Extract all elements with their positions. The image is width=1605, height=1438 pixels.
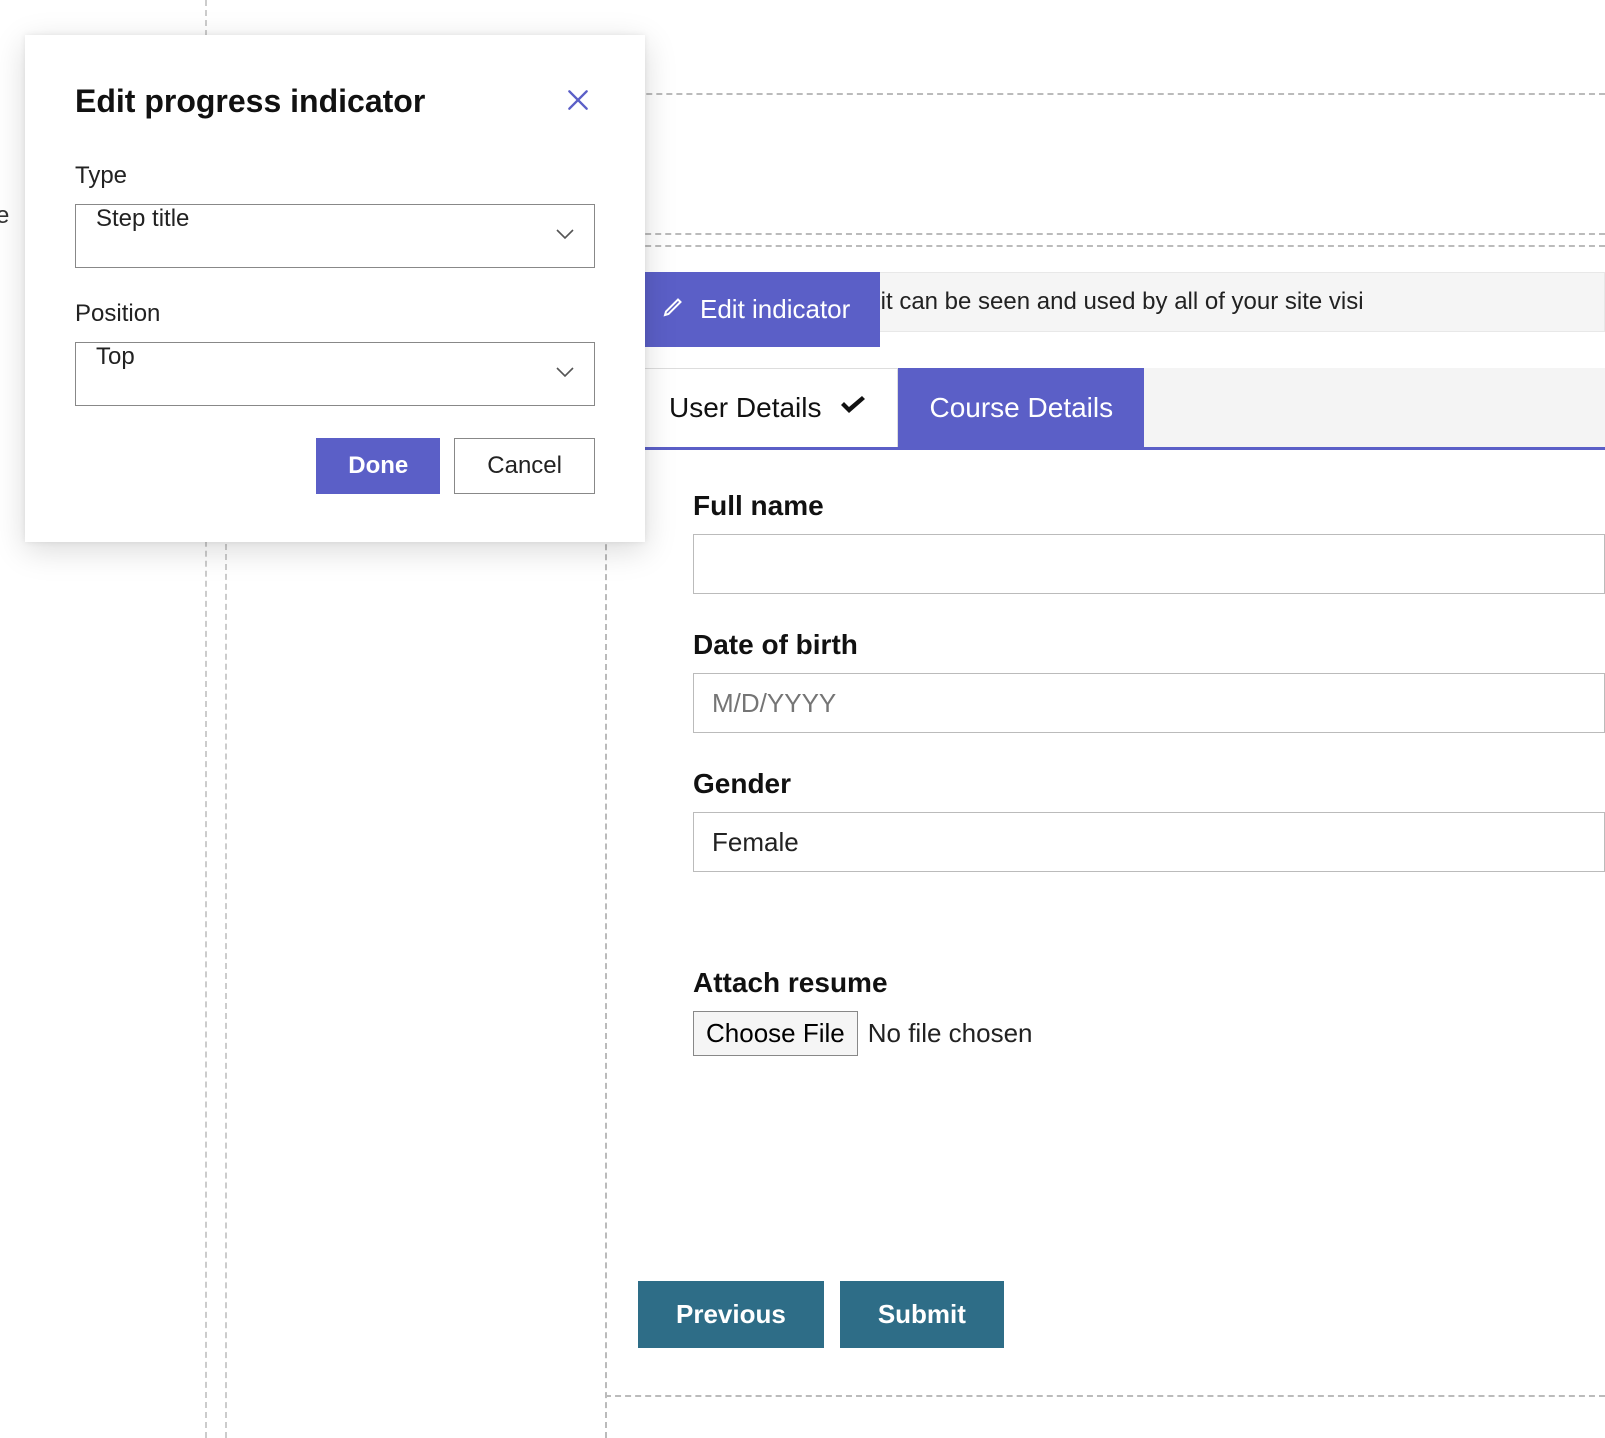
- field-gender: Gender: [693, 768, 1605, 872]
- type-select-value: Step title: [96, 205, 189, 232]
- position-select-value: Top: [96, 343, 135, 370]
- progress-tabs: User Details Course Details: [638, 368, 1605, 450]
- gender-select[interactable]: [693, 812, 1605, 872]
- tab-label: User Details: [669, 392, 821, 424]
- position-label: Position: [75, 300, 595, 328]
- edit-indicator-label: Edit indicator: [700, 294, 850, 325]
- done-button[interactable]: Done: [316, 438, 440, 494]
- file-status-text: No file chosen: [868, 1018, 1033, 1049]
- attach-resume-label: Attach resume: [693, 967, 1605, 999]
- cancel-button[interactable]: Cancel: [454, 438, 595, 494]
- submit-button[interactable]: Submit: [840, 1281, 1004, 1348]
- tab-course-details[interactable]: Course Details: [898, 368, 1144, 447]
- layout-guide-bottom: [605, 1395, 1605, 1397]
- checkmark-icon: [839, 392, 867, 424]
- tab-user-details[interactable]: User Details: [638, 368, 898, 447]
- close-icon: [565, 101, 591, 116]
- type-select[interactable]: Step title: [75, 204, 595, 268]
- truncated-text-fragment: e: [0, 202, 9, 230]
- pencil-icon: [662, 294, 686, 325]
- field-full-name: Full name: [693, 490, 1605, 594]
- type-label: Type: [75, 162, 595, 190]
- previous-button[interactable]: Previous: [638, 1281, 824, 1348]
- form-nav-buttons: Previous Submit: [638, 1281, 1004, 1348]
- full-name-input[interactable]: [693, 534, 1605, 594]
- field-attach-resume: Attach resume Choose File No file chosen: [693, 967, 1605, 1056]
- dialog-title: Edit progress indicator: [75, 83, 425, 120]
- dob-label: Date of birth: [693, 629, 1605, 661]
- dob-input[interactable]: [693, 673, 1605, 733]
- layout-region-mid: [605, 95, 1605, 235]
- close-button[interactable]: [561, 83, 595, 120]
- edit-indicator-button[interactable]: Edit indicator: [638, 272, 880, 347]
- tab-label: Course Details: [929, 392, 1113, 424]
- edit-progress-indicator-dialog: Edit progress indicator Type Step title …: [25, 35, 645, 542]
- choose-file-button[interactable]: Choose File: [693, 1011, 858, 1056]
- field-date-of-birth: Date of birth: [693, 629, 1605, 733]
- position-select[interactable]: Top: [75, 342, 595, 406]
- full-name-label: Full name: [693, 490, 1605, 522]
- gender-label: Gender: [693, 768, 1605, 800]
